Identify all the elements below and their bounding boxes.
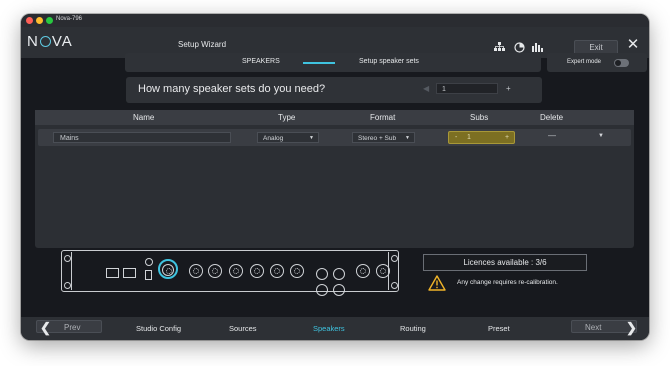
wizard-stepper: SPEAKERS Setup speaker sets bbox=[125, 53, 541, 72]
expert-mode-panel: Expert mode bbox=[547, 53, 647, 72]
speaker-sets-table: Name Type Format Subs Delete Mains Analo… bbox=[35, 110, 634, 248]
nova-logo: N VA bbox=[27, 33, 73, 50]
xlr-connector-icon bbox=[270, 264, 284, 278]
speaker-set-name-input[interactable]: Mains bbox=[53, 132, 231, 143]
question-text: How many speaker sets do you need? bbox=[138, 83, 326, 95]
licences-available: Licences available : 3/6 bbox=[423, 254, 587, 271]
expert-mode-toggle[interactable] bbox=[614, 59, 629, 67]
column-format: Format bbox=[370, 113, 396, 122]
xlr-connector-icon bbox=[376, 264, 390, 278]
type-value: Analog bbox=[263, 135, 284, 142]
chevron-down-icon: ▼ bbox=[405, 135, 410, 141]
tab-preset[interactable]: Preset bbox=[488, 324, 510, 333]
step-speakers: SPEAKERS bbox=[242, 58, 280, 65]
close-icon[interactable]: ✕ bbox=[625, 37, 641, 53]
speakon-connector-icon bbox=[333, 268, 345, 280]
subs-increment-button[interactable]: + bbox=[505, 132, 509, 143]
column-delete: Delete bbox=[540, 113, 564, 122]
warning-icon bbox=[428, 275, 446, 291]
increment-button[interactable]: + bbox=[506, 84, 511, 93]
step-setup-speaker-sets: Setup speaker sets bbox=[359, 58, 419, 65]
xlr-connector-icon bbox=[162, 264, 174, 276]
column-type: Type bbox=[278, 113, 296, 122]
tab-sources[interactable]: Sources bbox=[229, 324, 257, 333]
window-title: Nova-796 bbox=[56, 16, 83, 22]
tab-studio-config[interactable]: Studio Config bbox=[136, 324, 181, 333]
logo-o-ring bbox=[39, 36, 51, 47]
tab-speakers[interactable]: Speakers bbox=[313, 324, 345, 333]
format-value: Stereo + Sub bbox=[358, 135, 397, 142]
decrement-button[interactable]: ◀ bbox=[423, 84, 429, 93]
page-title: Setup Wizard bbox=[178, 40, 227, 49]
minimize-window-button[interactable] bbox=[36, 17, 43, 24]
close-window-button[interactable] bbox=[26, 17, 33, 24]
delete-button[interactable]: — bbox=[548, 131, 556, 140]
xlr-connector-icon bbox=[189, 264, 203, 278]
chevron-left-icon: ❮ bbox=[40, 320, 51, 335]
step-progress-line bbox=[303, 62, 335, 64]
footer-nav: ❮ Prev Studio Config Sources Speakers Ro… bbox=[21, 317, 649, 340]
subs-stepper[interactable]: - 1 + bbox=[448, 131, 515, 144]
power-button-icon bbox=[145, 258, 153, 266]
expert-mode-label: Expert mode bbox=[567, 59, 602, 65]
logo-letter-n: N bbox=[27, 33, 39, 50]
xlr-connector-icon bbox=[250, 264, 264, 278]
ethernet-port-icon bbox=[106, 268, 119, 278]
chevron-down-icon: ▼ bbox=[309, 135, 314, 141]
next-label: Next bbox=[585, 323, 602, 332]
xlr-connector-icon bbox=[356, 264, 370, 278]
prev-label: Prev bbox=[64, 323, 81, 332]
tab-routing[interactable]: Routing bbox=[400, 324, 426, 333]
rack-ear-left bbox=[62, 252, 72, 290]
title-bar: Nova-796 bbox=[21, 14, 649, 27]
usb-port-icon bbox=[145, 270, 152, 280]
type-select[interactable]: Analog ▼ bbox=[257, 132, 319, 143]
logo-letters-va: VA bbox=[51, 33, 73, 50]
speaker-sets-count-input[interactable]: 1 bbox=[436, 83, 498, 94]
speakon-connector-icon bbox=[316, 268, 328, 280]
speakon-connector-icon bbox=[316, 284, 328, 296]
table-header: Name Type Format Subs Delete bbox=[35, 110, 634, 125]
chevron-right-icon: ❯ bbox=[626, 320, 637, 335]
row-expand-chevron-icon[interactable]: ▼ bbox=[598, 133, 604, 139]
column-subs: Subs bbox=[470, 113, 489, 122]
maximize-window-button[interactable] bbox=[46, 17, 53, 24]
format-select[interactable]: Stereo + Sub ▼ bbox=[352, 132, 415, 143]
column-name: Name bbox=[133, 113, 155, 122]
table-row: Mains Analog ▼ Stereo + Sub ▼ - 1 + — ▼ bbox=[38, 129, 631, 146]
subs-value: 1 bbox=[467, 134, 471, 141]
xlr-connector-icon bbox=[208, 264, 222, 278]
next-button[interactable]: Next ❯ bbox=[571, 320, 637, 335]
subs-decrement-button[interactable]: - bbox=[455, 132, 457, 143]
prev-button[interactable]: ❮ Prev bbox=[36, 320, 102, 335]
recalibration-warning: Any change requires re-calibration. bbox=[457, 279, 558, 286]
speakon-connector-icon bbox=[333, 284, 345, 296]
xlr-connector-icon bbox=[290, 264, 304, 278]
ethernet-port-icon bbox=[123, 268, 136, 278]
xlr-connector-icon bbox=[229, 264, 243, 278]
speaker-sets-question: How many speaker sets do you need? ◀ 1 + bbox=[126, 77, 542, 103]
